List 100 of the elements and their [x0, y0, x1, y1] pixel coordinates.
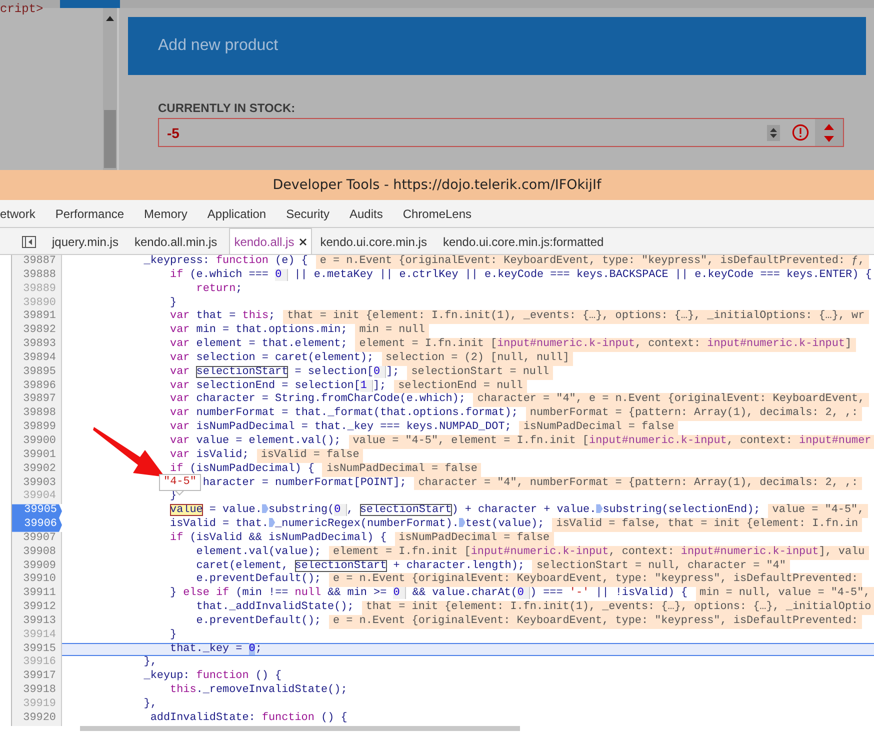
inline-value: e = n.Event {originalEvent: KeyboardEvent, type: "keypress", isDefaultPrevented:	[329, 573, 862, 588]
file-tab[interactable]: kendo.all.min.js	[130, 229, 230, 254]
line-number: 39918	[12, 684, 62, 698]
line-number: 39893	[12, 338, 62, 352]
inline-value: value = "4-5",	[768, 504, 868, 518]
line-number: 39892	[12, 324, 62, 338]
line-number: 39910	[12, 573, 62, 588]
code-line: },	[144, 698, 157, 712]
code-line: isValid = that. _numericRegex(numberFormat). test(value);	[170, 518, 544, 532]
line-number: 39912	[12, 601, 62, 615]
spinner-icon	[767, 124, 780, 140]
inline-value: element = I.fn.init [input#numeric.k-input, context: input#numeric.k-input]	[355, 338, 856, 352]
code-line: _keypress: function (e) {	[144, 255, 308, 269]
line-number: 39888	[12, 268, 62, 283]
line-number: 39896	[12, 380, 62, 394]
line-number: 39919	[12, 698, 62, 712]
source-snippet: cript>	[0, 2, 44, 16]
line-number: 39891	[12, 310, 62, 324]
line-number: 39917	[12, 670, 62, 684]
vertical-scrollbar[interactable]	[103, 8, 117, 170]
inline-value: e = n.Event {originalEvent: KeyboardEvent, type: "keypress", isDefaultPrevented: ƒ,	[316, 255, 869, 269]
inline-value: min = null, value = "4-5",	[696, 587, 874, 602]
code-line: var min = that.options.min;	[170, 324, 348, 338]
line-number: 39914	[12, 628, 62, 643]
code-line: _keyup: function () {	[144, 670, 282, 684]
panel-tab[interactable]: Audits	[339, 200, 393, 228]
code-line: element.val(value);	[196, 546, 321, 560]
line-number: 39915	[12, 642, 62, 656]
line-number: 39898	[12, 407, 62, 422]
header-title: Add new product	[158, 37, 278, 55]
code-line: e.preventDefault();	[196, 614, 321, 629]
line-number: 39903	[12, 476, 62, 490]
code-line: var selectionStart = selection[0 ];	[170, 366, 400, 380]
code-line: if (e.which === 0 || e.metaKey || e.ctrlKey || e.keyCode === keys.BACKSPACE || e.keyCode === keys.ENTER) {	[170, 268, 872, 283]
line-number: 39902	[12, 462, 62, 476]
stock-input[interactable]: -5	[158, 118, 844, 147]
line-number: 39890	[12, 296, 62, 310]
breakpoint-line-number[interactable]: 39905	[12, 504, 62, 518]
inline-value: numberFormat = {pattern: Array(1), decimals: 2, ,:	[526, 407, 862, 422]
line-number: 39900	[12, 434, 62, 449]
inline-value: selectionEnd = null	[394, 380, 527, 394]
code-line: that._addInvalidState();	[196, 601, 354, 615]
spin-buttons[interactable]	[815, 119, 843, 146]
code-line: addInvalidState: function () {	[150, 712, 348, 726]
code-line: this._removeInvalidState();	[170, 684, 348, 698]
panel-tab[interactable]: Security	[276, 200, 340, 228]
line-number: 39904	[12, 490, 62, 504]
panel-tab[interactable]: Performance	[45, 200, 134, 228]
code-line: return;	[196, 282, 242, 297]
inline-value: value = "4-5", element = I.fn.init [input#numeric.k-input, context: input#numer	[348, 434, 874, 449]
code-line: }	[170, 296, 177, 310]
scroll-up-icon[interactable]	[106, 16, 114, 21]
inline-value: element = I.fn.init [input#numeric.k-input, context: input#numeric.k-input], valu	[329, 546, 869, 560]
code-line: var character = String.fromCharCode(e.which);	[170, 393, 466, 407]
panel-tab[interactable]: Memory	[134, 200, 198, 228]
inline-value: isValid = false, that = init {element: I.fn.in	[552, 518, 862, 532]
inline-value: character = "4", numberFormat = {pattern: Array(1), decimals: 2, ,:	[414, 476, 862, 490]
file-tab[interactable]: kendo.ui.core.min.js:formatted	[438, 229, 616, 254]
line-number: 39895	[12, 366, 62, 380]
line-number: 39908	[12, 546, 62, 560]
line-number: 39909	[12, 560, 62, 574]
line-number: 39899	[12, 421, 62, 435]
line-number: 39894	[12, 352, 62, 366]
window-title: Developer Tools - https://dojo.telerik.com/IFOkijIf	[272, 177, 602, 193]
inline-value: isNumPadDecimal = false	[394, 532, 554, 546]
inline-value: character = "4", e = n.Event {originalEvent: KeyboardEvent,	[473, 393, 869, 408]
code-line: value = value. substring(0 , selectionStart) + character + value. substring(selectionEnd);	[170, 504, 760, 518]
code-line: e.preventDefault();	[196, 573, 321, 587]
file-tab[interactable]: kendo.ui.core.min.js	[316, 229, 439, 254]
error-icon	[792, 124, 809, 141]
panel-tab[interactable]: ChromeLens	[392, 200, 482, 228]
line-number: 39901	[12, 448, 62, 463]
inline-value: min = null	[355, 324, 429, 338]
scrollbar-thumb[interactable]	[104, 110, 116, 168]
field-label: CURRENTLY IN STOCK:	[158, 101, 296, 115]
code-line: var selectionEnd = selection[1 ];	[170, 380, 386, 393]
breakpoint-line-number[interactable]: 39906	[12, 518, 62, 532]
file-tab[interactable]: jquery.min.js	[48, 229, 130, 254]
panel-tab[interactable]: etwork	[0, 200, 46, 228]
panel-tab[interactable]: Application	[197, 200, 276, 228]
inline-value: selection = (2) [null, null]	[382, 352, 574, 366]
code-line: var that = this;	[170, 310, 276, 324]
inline-value: that = init {element: I.fn.init(1), _events: {…}, options: {…}, _initialOptions: {…}, wr	[283, 310, 869, 324]
code-line: },	[144, 656, 157, 670]
sidebar-toggle-icon[interactable]	[22, 236, 36, 248]
code-line: that._key = 0;	[170, 642, 262, 656]
inline-value: selectionStart = null	[407, 366, 554, 380]
code-line: } else if (min !== null && min >= 0 && value.charAt(0 ) === '-' || !isValid) {	[170, 587, 688, 601]
active-tab-indicator	[60, 0, 120, 8]
code-line: }	[170, 628, 177, 643]
code-line: var selection = caret(element);	[170, 352, 374, 366]
code-line: haracter = numberFormat[POINT];	[202, 476, 406, 490]
code-line: var element = that.element;	[170, 338, 348, 352]
line-number: 39920	[12, 712, 62, 726]
code-line: if (isValid && isNumPadDecimal) {	[170, 532, 387, 546]
close-icon[interactable]	[299, 238, 308, 246]
code-line: var isNumPadDecimal = that._key === keys.NUMPAD_DOT;	[170, 421, 512, 435]
file-tab[interactable]: kendo.all.js	[229, 228, 312, 254]
horizontal-scrollbar[interactable]	[80, 726, 520, 731]
inline-value: isNumPadDecimal = false	[519, 421, 678, 435]
